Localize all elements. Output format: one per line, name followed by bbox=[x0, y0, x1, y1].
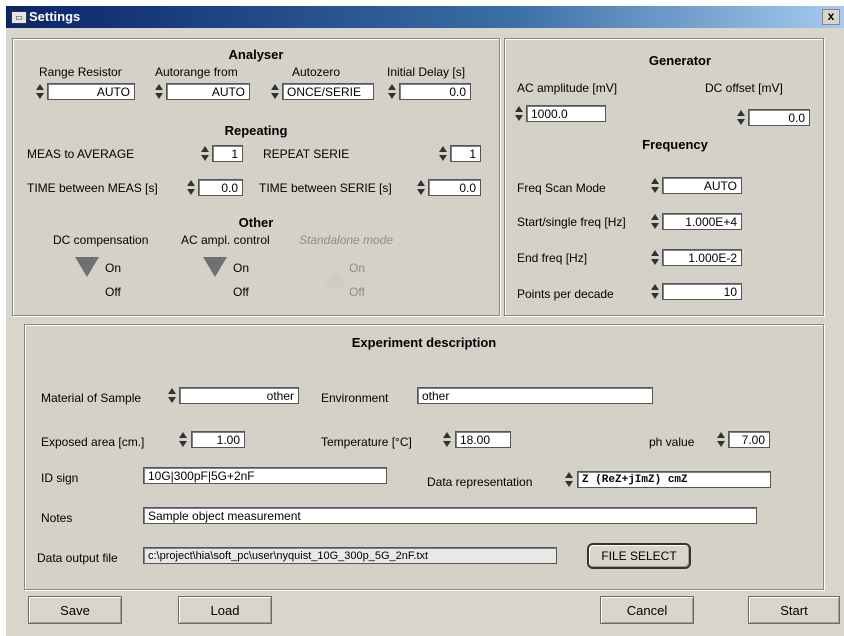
exposed-area-field[interactable]: 1.00 bbox=[191, 431, 245, 448]
save-button[interactable]: Save bbox=[28, 596, 122, 624]
points-per-decade-label: Points per decade bbox=[517, 287, 614, 301]
close-button[interactable]: x bbox=[822, 9, 840, 25]
standalone-mode-on: On bbox=[349, 261, 366, 275]
window-title: Settings bbox=[29, 9, 81, 24]
end-freq-spinner[interactable] bbox=[651, 249, 660, 266]
generator-panel: Generator AC amplitude [mV] 1000.0 DC of… bbox=[504, 38, 824, 316]
end-freq-label: End freq [Hz] bbox=[517, 251, 588, 265]
repeat-serie-field[interactable]: 1 bbox=[450, 145, 481, 162]
start-freq-spinner[interactable] bbox=[651, 213, 660, 230]
time-between-meas-spinner[interactable] bbox=[187, 179, 196, 196]
ac-ampl-control-toggle[interactable] bbox=[203, 257, 227, 277]
freq-scan-mode-spinner[interactable] bbox=[651, 177, 660, 194]
points-per-decade-spinner[interactable] bbox=[651, 283, 660, 300]
material-label: Material of Sample bbox=[41, 391, 142, 405]
ac-ampl-control-off: Off bbox=[233, 285, 249, 299]
dc-offset-field[interactable]: 0.0 bbox=[748, 109, 810, 126]
repeat-serie-label: REPEAT SERIE bbox=[263, 147, 350, 161]
autozero-spinner[interactable] bbox=[271, 83, 280, 100]
dc-compensation-off: Off bbox=[105, 285, 121, 299]
ac-ampl-control-on: On bbox=[233, 261, 250, 275]
dc-compensation-toggle[interactable] bbox=[75, 257, 99, 277]
meas-to-average-spinner[interactable] bbox=[201, 145, 210, 162]
time-between-serie-spinner[interactable] bbox=[417, 179, 426, 196]
data-representation-select[interactable]: Z (ReZ+jImZ) cmZ bbox=[577, 471, 771, 488]
dc-compensation-label: DC compensation bbox=[53, 233, 149, 247]
start-button[interactable]: Start bbox=[748, 596, 840, 624]
meas-to-average-label: MEAS to AVERAGE bbox=[27, 147, 135, 161]
time-between-meas-label: TIME between MEAS [s] bbox=[27, 181, 158, 195]
repeating-heading: Repeating bbox=[224, 123, 288, 138]
start-freq-label: Start/single freq [Hz] bbox=[517, 215, 626, 229]
window-icon: ▭ bbox=[11, 11, 27, 24]
frequency-heading: Frequency bbox=[642, 137, 708, 152]
material-spinner[interactable] bbox=[168, 387, 177, 404]
notes-field[interactable]: Sample object measurement bbox=[143, 507, 757, 524]
ph-value-label: ph value bbox=[649, 435, 695, 449]
end-freq-field[interactable]: 1.000E-2 bbox=[662, 249, 742, 266]
environment-field[interactable]: other bbox=[417, 387, 653, 404]
material-field[interactable]: other bbox=[179, 387, 299, 404]
time-between-meas-field[interactable]: 0.0 bbox=[198, 179, 243, 196]
data-output-file-field[interactable]: c:\project\hia\soft_pc\user\nyquist_10G_… bbox=[143, 547, 557, 564]
cancel-button[interactable]: Cancel bbox=[600, 596, 694, 624]
title-bar: ▭ Settings x bbox=[6, 6, 844, 28]
freq-scan-mode-label: Freq Scan Mode bbox=[517, 181, 606, 195]
autozero-label: Autozero bbox=[292, 65, 341, 79]
ph-value-spinner[interactable] bbox=[717, 431, 726, 448]
range-resistor-label: Range Resistor bbox=[39, 65, 122, 79]
ac-ampl-control-label: AC ampl. control bbox=[181, 233, 270, 247]
dc-compensation-on: On bbox=[105, 261, 122, 275]
dc-offset-label: DC offset [mV] bbox=[705, 81, 783, 95]
id-sign-label: ID sign bbox=[41, 471, 79, 485]
temperature-field[interactable]: 18.00 bbox=[455, 431, 511, 448]
initial-delay-spinner[interactable] bbox=[388, 83, 397, 100]
meas-to-average-field[interactable]: 1 bbox=[212, 145, 243, 162]
autorange-from-spinner[interactable] bbox=[155, 83, 164, 100]
ac-amplitude-spinner[interactable] bbox=[515, 105, 524, 122]
ac-amplitude-field[interactable]: 1000.0 bbox=[526, 105, 606, 122]
time-between-serie-label: TIME between SERIE [s] bbox=[259, 181, 392, 195]
points-per-decade-field[interactable]: 10 bbox=[662, 283, 742, 300]
start-freq-field[interactable]: 1.000E+4 bbox=[662, 213, 742, 230]
standalone-mode-label: Standalone mode bbox=[299, 233, 394, 247]
initial-delay-label: Initial Delay [s] bbox=[387, 65, 466, 79]
analyser-heading: Analyser bbox=[228, 47, 284, 62]
temperature-label: Temperature [°C] bbox=[321, 435, 412, 449]
experiment-panel: Experiment description Material of Sampl… bbox=[24, 324, 824, 590]
standalone-mode-toggle bbox=[323, 271, 347, 287]
data-representation-label: Data representation bbox=[427, 475, 533, 489]
data-output-file-label: Data output file bbox=[37, 551, 118, 565]
id-sign-field[interactable]: 10G|300pF|5G+2nF bbox=[143, 467, 387, 484]
ac-amplitude-label: AC amplitude [mV] bbox=[517, 81, 618, 95]
autorange-from-label: Autorange from bbox=[155, 65, 238, 79]
notes-label: Notes bbox=[41, 511, 73, 525]
load-button[interactable]: Load bbox=[178, 596, 272, 624]
freq-scan-mode-field[interactable]: AUTO bbox=[662, 177, 742, 194]
environment-label: Environment bbox=[321, 391, 389, 405]
generator-heading: Generator bbox=[648, 53, 712, 68]
autozero-field[interactable]: ONCE/SERIE bbox=[282, 83, 374, 100]
ph-value-field[interactable]: 7.00 bbox=[728, 431, 770, 448]
standalone-mode-off: Off bbox=[349, 285, 365, 299]
temperature-spinner[interactable] bbox=[443, 431, 452, 448]
repeat-serie-spinner[interactable] bbox=[439, 145, 448, 162]
experiment-heading: Experiment description bbox=[351, 335, 497, 350]
dc-offset-spinner[interactable] bbox=[737, 109, 746, 126]
range-resistor-field[interactable]: AUTO bbox=[47, 83, 135, 100]
autorange-from-field[interactable]: AUTO bbox=[166, 83, 250, 100]
exposed-area-spinner[interactable] bbox=[179, 431, 188, 448]
other-heading: Other bbox=[238, 215, 274, 230]
exposed-area-label: Exposed area [cm.] bbox=[41, 435, 145, 449]
analyser-panel: Analyser Range Resistor AUTO Autorange f… bbox=[12, 38, 500, 316]
data-representation-spinner[interactable] bbox=[565, 471, 574, 488]
file-select-button[interactable]: FILE SELECT bbox=[587, 543, 691, 569]
initial-delay-field[interactable]: 0.0 bbox=[399, 83, 471, 100]
range-resistor-spinner[interactable] bbox=[36, 83, 45, 100]
time-between-serie-field[interactable]: 0.0 bbox=[428, 179, 481, 196]
settings-window: ▭ Settings x Analyser Range Resistor AUT… bbox=[6, 6, 844, 636]
